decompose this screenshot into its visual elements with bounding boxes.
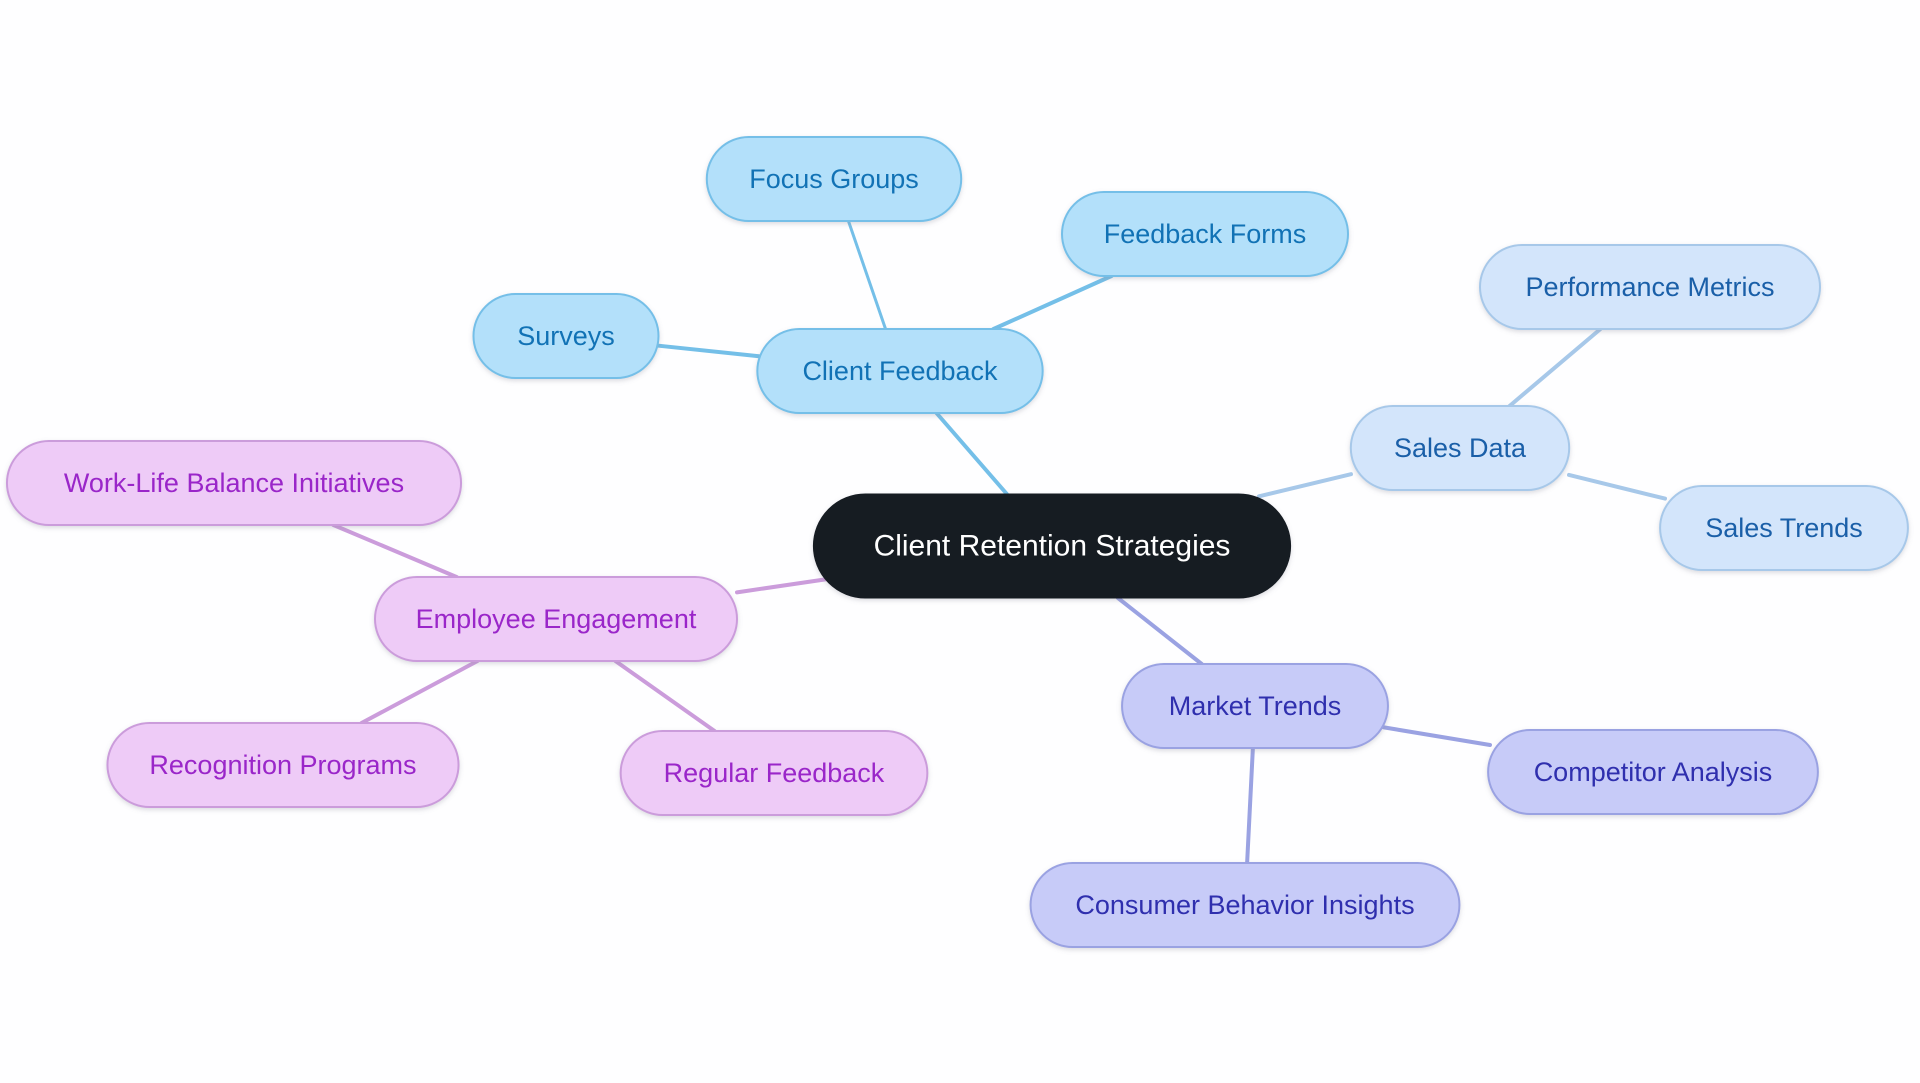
node-employee-engagement[interactable]: Employee Engagement bbox=[374, 576, 738, 662]
node-focus-groups[interactable]: Focus Groups bbox=[705, 136, 963, 222]
node-client-retention-strategies-label: Client Retention Strategies bbox=[874, 530, 1231, 563]
node-sales-trends[interactable]: Sales Trends bbox=[1659, 485, 1909, 571]
node-performance-metrics[interactable]: Performance Metrics bbox=[1479, 244, 1821, 330]
node-regular-feedback[interactable]: Regular Feedback bbox=[619, 730, 929, 816]
node-client-retention-strategies[interactable]: Client Retention Strategies bbox=[812, 493, 1292, 599]
node-performance-metrics-label: Performance Metrics bbox=[1525, 272, 1774, 302]
node-consumer-behavior-insights-label: Consumer Behavior Insights bbox=[1075, 890, 1414, 920]
edge-employee-engagement-regular-feedback bbox=[613, 659, 717, 733]
node-work-life-balance-initiatives-label: Work-Life Balance Initiatives bbox=[64, 468, 404, 498]
node-surveys[interactable]: Surveys bbox=[472, 293, 660, 379]
node-recognition-programs-label: Recognition Programs bbox=[149, 750, 416, 780]
edge-employee-engagement-recognition-programs bbox=[359, 659, 480, 725]
edge-client-feedback-feedback-forms bbox=[991, 274, 1114, 331]
node-client-feedback-label: Client Feedback bbox=[802, 356, 998, 386]
edge-root-sales-data bbox=[1257, 472, 1353, 499]
edge-root-client-feedback bbox=[934, 411, 1009, 496]
edge-sales-data-sales-trends bbox=[1567, 472, 1667, 501]
node-employee-engagement-label: Employee Engagement bbox=[416, 604, 697, 634]
node-focus-groups-label: Focus Groups bbox=[749, 164, 919, 194]
node-market-trends-label: Market Trends bbox=[1169, 691, 1342, 721]
node-sales-data[interactable]: Sales Data bbox=[1349, 405, 1571, 491]
node-sales-trends-label: Sales Trends bbox=[1705, 513, 1863, 543]
edge-root-market-trends bbox=[1115, 596, 1204, 666]
node-consumer-behavior-insights[interactable]: Consumer Behavior Insights bbox=[1029, 862, 1461, 948]
node-client-feedback[interactable]: Client Feedback bbox=[756, 328, 1044, 414]
edge-client-feedback-focus-groups bbox=[846, 219, 888, 331]
node-sales-data-label: Sales Data bbox=[1394, 433, 1527, 463]
edge-market-trends-consumer-behavior-insights bbox=[1245, 746, 1255, 865]
node-market-trends[interactable]: Market Trends bbox=[1121, 663, 1389, 749]
node-competitor-analysis-label: Competitor Analysis bbox=[1534, 757, 1773, 787]
node-recognition-programs[interactable]: Recognition Programs bbox=[106, 722, 460, 808]
edge-employee-engagement-work-life-balance bbox=[331, 523, 459, 579]
node-layer: Client Retention Strategies Client Feedba… bbox=[5, 136, 1909, 948]
mindmap-canvas: Client Retention Strategies Client Feedba… bbox=[0, 0, 1920, 1083]
node-feedback-forms-label: Feedback Forms bbox=[1104, 219, 1307, 249]
node-competitor-analysis[interactable]: Competitor Analysis bbox=[1487, 729, 1819, 815]
node-feedback-forms[interactable]: Feedback Forms bbox=[1061, 191, 1349, 277]
node-surveys-label: Surveys bbox=[517, 321, 615, 351]
node-regular-feedback-label: Regular Feedback bbox=[664, 758, 885, 788]
edge-client-feedback-surveys bbox=[656, 343, 761, 359]
edge-market-trends-competitor-analysis bbox=[1382, 725, 1492, 747]
mindmap-svg: Client Retention Strategies Client Feedba… bbox=[5, 136, 1909, 948]
node-work-life-balance-initiatives[interactable]: Work-Life Balance Initiatives bbox=[5, 440, 463, 526]
edge-sales-data-performance-metrics bbox=[1507, 327, 1603, 408]
